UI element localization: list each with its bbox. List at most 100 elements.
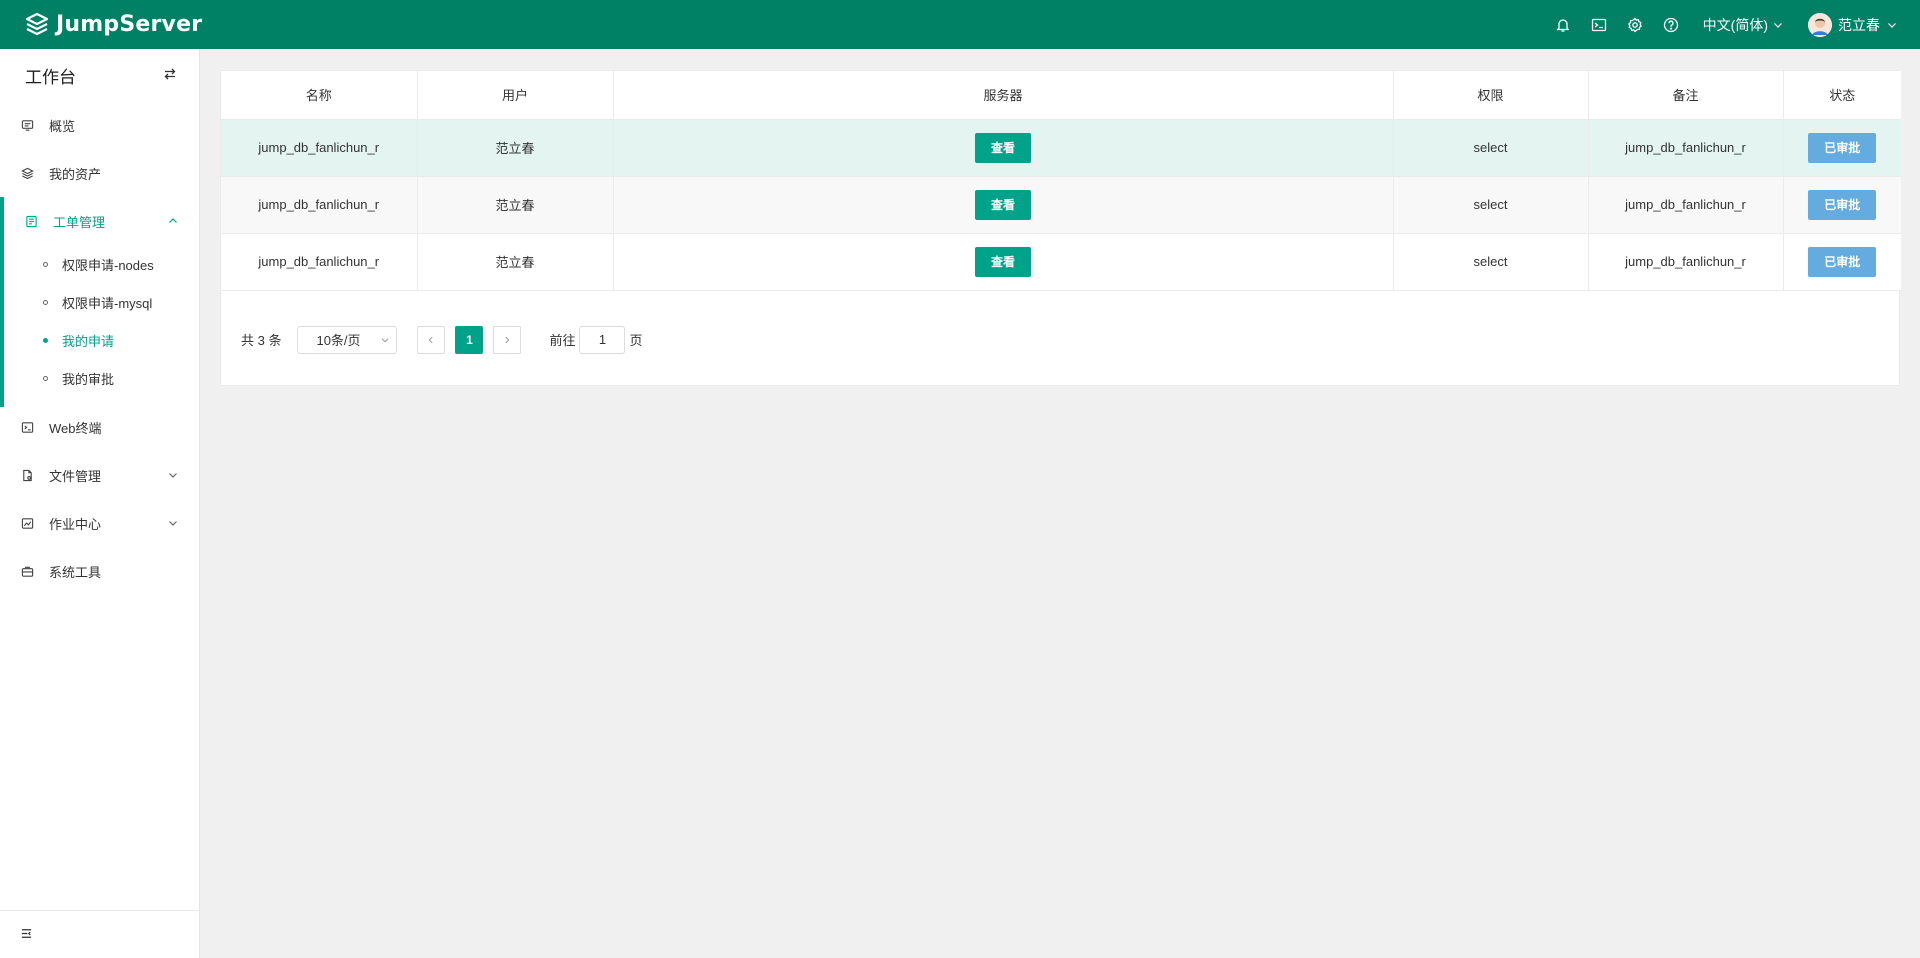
- sidebar-group-tickets: 工单管理 权限申请-nodes 权限申请-mysql 我的申请 我的审批: [0, 197, 199, 407]
- avatar: [1808, 12, 1832, 37]
- page-size-select[interactable]: 10条/页: [297, 325, 398, 354]
- pagination: 共 3 条 10条/页 1 前往 页: [221, 325, 1899, 355]
- cell-server: 查看: [613, 176, 1394, 234]
- cell-note: jump_db_fanlichun_r: [1588, 119, 1784, 177]
- tickets-table: 名称 用户 服务器 权限 备注 状态 jump_db_fanlichun_r 范…: [221, 71, 1901, 291]
- column-header-status[interactable]: 状态: [1783, 71, 1901, 120]
- sidebar-item-overview[interactable]: 概览: [0, 101, 199, 149]
- status-button[interactable]: 已审批: [1808, 246, 1877, 277]
- cell-user: 范立春: [417, 176, 614, 234]
- column-header-permission[interactable]: 权限: [1393, 71, 1589, 120]
- prev-page-button[interactable]: [417, 325, 446, 354]
- cell-name: jump_db_fanlichun_r: [221, 176, 418, 234]
- cell-permission: select: [1393, 119, 1589, 177]
- sidebar-subitem-perm-mysql[interactable]: 权限申请-mysql: [0, 283, 199, 321]
- chevron-down-icon[interactable]: [167, 517, 179, 529]
- sidebar-item-label: 概览: [49, 118, 76, 134]
- user-menu[interactable]: 范立春: [1808, 12, 1898, 37]
- column-header-name[interactable]: 名称: [221, 71, 418, 120]
- collapse-menu-icon[interactable]: [20, 927, 33, 943]
- sidebar-header: 工作台: [0, 49, 199, 101]
- sidebar-item-web-terminal[interactable]: Web终端: [0, 403, 199, 451]
- chevron-right-icon: [505, 336, 510, 343]
- content-panel: 名称 用户 服务器 权限 备注 状态 jump_db_fanlichun_r 范…: [220, 70, 1901, 386]
- cell-note: jump_db_fanlichun_r: [1588, 176, 1784, 234]
- sidebar-item-label: Web终端: [49, 420, 102, 436]
- sidebar-item-my-assets[interactable]: 我的资产: [0, 149, 199, 197]
- bullet-icon: [43, 261, 48, 267]
- cell-status: 已审批: [1783, 119, 1901, 177]
- sidebar-item-system-tools[interactable]: 系统工具: [0, 547, 199, 595]
- cell-status: 已审批: [1783, 176, 1901, 234]
- sidebar-item-label: 我的资产: [49, 166, 102, 182]
- column-header-note[interactable]: 备注: [1588, 71, 1784, 120]
- chevron-down-icon: [1888, 22, 1896, 28]
- column-header-user[interactable]: 用户: [417, 71, 614, 120]
- jumpserver-logo-icon: [25, 12, 49, 35]
- sidebar-item-label: 工单管理: [53, 214, 106, 230]
- view-button[interactable]: 查看: [975, 189, 1031, 220]
- language-selector[interactable]: 中文(简体): [1703, 15, 1784, 35]
- page-size-value: 10条/页: [316, 333, 361, 348]
- chevron-down-icon: [382, 337, 389, 342]
- sidebar-subitem-perm-nodes[interactable]: 权限申请-nodes: [0, 245, 199, 283]
- cell-permission: select: [1393, 233, 1589, 291]
- chevron-down-icon: [1774, 22, 1782, 28]
- chevron-down-icon[interactable]: [167, 469, 179, 481]
- goto-suffix: 页: [629, 333, 643, 348]
- sidebar-title: 工作台: [25, 67, 76, 87]
- table-row[interactable]: jump_db_fanlichun_r 范立春 查看 select jump_d…: [221, 176, 1901, 234]
- chevron-left-icon: [429, 336, 434, 343]
- sidebar-item-file-manager[interactable]: 文件管理: [0, 451, 199, 499]
- cell-name: jump_db_fanlichun_r: [221, 233, 418, 291]
- swap-icon[interactable]: [163, 67, 177, 84]
- chevron-up-icon[interactable]: [167, 215, 179, 227]
- file-icon: [20, 468, 34, 482]
- sidebar: 工作台 概览 我的资产 工单管理 权限申请-nodes 权限申请-mysql 我…: [0, 49, 200, 958]
- status-button[interactable]: 已审批: [1808, 132, 1877, 163]
- subitem-label: 我的审批: [62, 371, 115, 387]
- top-bar: JumpServer 中文(简体) 范立春: [0, 0, 1920, 49]
- sidebar-subitem-my-approvals[interactable]: 我的审批: [0, 359, 199, 397]
- cell-permission: select: [1393, 176, 1589, 234]
- help-icon[interactable]: [1659, 13, 1683, 37]
- sidebar-subitem-my-requests[interactable]: 我的申请: [0, 321, 199, 359]
- layers-icon: [20, 166, 34, 180]
- bullet-icon: [43, 299, 48, 305]
- brand-logo[interactable]: JumpServer: [24, 12, 202, 38]
- cell-name: jump_db_fanlichun_r: [221, 119, 418, 177]
- view-button[interactable]: 查看: [975, 246, 1031, 277]
- sidebar-item-job-center[interactable]: 作业中心: [0, 499, 199, 547]
- bullet-icon: [43, 375, 48, 381]
- toolbox-icon: [20, 564, 34, 578]
- view-button[interactable]: 查看: [975, 132, 1031, 163]
- sidebar-item-label: 作业中心: [49, 516, 102, 532]
- sidebar-footer: [0, 910, 199, 958]
- goto-page-input[interactable]: [579, 325, 626, 354]
- job-icon: [20, 516, 34, 530]
- subitem-label: 权限申请-nodes: [62, 257, 154, 273]
- page-number-current[interactable]: 1: [455, 325, 484, 354]
- subitem-label: 权限申请-mysql: [62, 295, 153, 311]
- gear-icon[interactable]: [1623, 13, 1647, 37]
- status-button[interactable]: 已审批: [1808, 189, 1877, 220]
- cell-note: jump_db_fanlichun_r: [1588, 233, 1784, 291]
- ticket-icon: [24, 214, 38, 228]
- goto-page: 前往 页: [549, 325, 643, 354]
- cell-server: 查看: [613, 119, 1394, 177]
- overview-icon: [20, 118, 34, 132]
- sidebar-item-label: 系统工具: [49, 564, 102, 580]
- next-page-button[interactable]: [493, 325, 522, 354]
- goto-label: 前往: [549, 333, 576, 348]
- cell-user: 范立春: [417, 233, 614, 291]
- brand-name: JumpServer: [56, 12, 203, 37]
- subitem-label: 我的申请: [62, 333, 115, 349]
- column-header-server[interactable]: 服务器: [613, 71, 1394, 120]
- sidebar-item-tickets[interactable]: 工单管理: [0, 197, 199, 245]
- table-row[interactable]: jump_db_fanlichun_r 范立春 查看 select jump_d…: [221, 233, 1901, 291]
- terminal-icon[interactable]: [1587, 13, 1611, 37]
- table-row[interactable]: jump_db_fanlichun_r 范立春 查看 select jump_d…: [221, 119, 1901, 177]
- username: 范立春: [1838, 16, 1880, 33]
- bell-icon[interactable]: [1551, 13, 1575, 37]
- table-header-row: 名称 用户 服务器 权限 备注 状态: [221, 71, 1901, 120]
